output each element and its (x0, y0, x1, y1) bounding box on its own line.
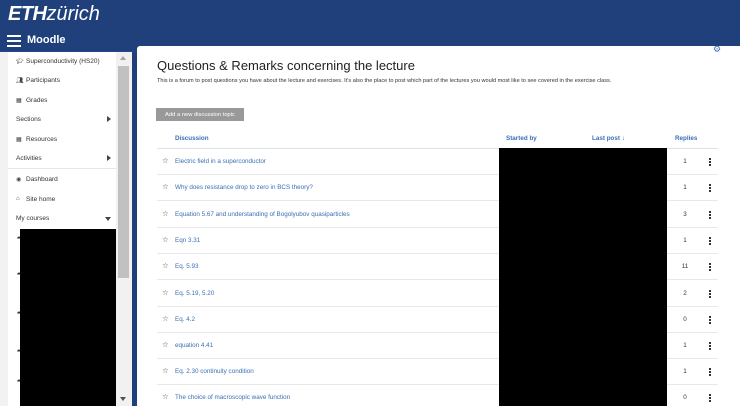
discussion-link[interactable]: Eq. 2.30 continuity condition (175, 368, 254, 375)
reply-count: 11 (681, 263, 689, 270)
gear-icon[interactable]: ⚙ (713, 44, 721, 55)
eth-logo[interactable]: ETHzürich (8, 2, 100, 26)
chevron-right-icon (107, 155, 111, 161)
sidebar-scrollbar-thumb[interactable] (118, 66, 129, 278)
chevron-down-icon (105, 217, 111, 221)
discussion-link[interactable]: Electric field in a superconductor (175, 158, 266, 165)
more-options-icon[interactable] (708, 290, 712, 298)
star-icon[interactable]: ☆ (162, 367, 169, 375)
more-options-icon[interactable] (708, 237, 712, 245)
sidebar-item-dashboard[interactable]: ◉ Dashboard (8, 171, 116, 187)
discussion-link[interactable]: Eq. 5.93 (175, 263, 198, 270)
graduation-cap-icon: 🎓︎ (16, 58, 24, 65)
reply-count: 1 (683, 237, 687, 244)
redacted-area (499, 148, 667, 406)
more-options-icon[interactable] (708, 394, 712, 402)
redacted-area (20, 229, 116, 406)
sidebar-item-label: Activities (16, 154, 42, 162)
sidebar-item-label: Participants (26, 76, 60, 84)
add-discussion-button[interactable]: Add a new discussion topic (156, 108, 244, 121)
moodle-brand[interactable]: Moodle (27, 34, 66, 46)
scroll-down-arrow-icon[interactable] (120, 397, 126, 401)
sidebar-item-site-home[interactable]: ⌂ Site home (8, 191, 116, 207)
last-post-label: Last post (592, 135, 620, 142)
discussion-link[interactable]: equation 4.41 (175, 342, 213, 349)
star-icon[interactable]: ☆ (162, 236, 169, 244)
column-header-replies[interactable]: Replies (675, 135, 697, 142)
sidebar-item-label: Superconductivity (HS20) (26, 57, 100, 65)
more-options-icon[interactable] (708, 342, 712, 350)
page-title: Questions & Remarks concerning the lectu… (157, 58, 415, 73)
dashboard-icon: ◉ (16, 176, 22, 183)
reply-count: 0 (683, 394, 687, 401)
star-icon[interactable]: ☆ (162, 289, 169, 297)
more-options-icon[interactable] (708, 184, 712, 192)
discussion-link[interactable]: Eq. 4.2 (175, 316, 195, 323)
sidebar-item-label: Resources (26, 135, 58, 143)
sidebar-item-my-courses[interactable]: My courses (8, 210, 116, 226)
more-options-icon[interactable] (708, 158, 712, 166)
reply-count: 1 (683, 368, 687, 375)
logo-eth-text: ETH (8, 3, 47, 25)
sidebar-item-label: Dashboard (26, 175, 58, 183)
more-options-icon[interactable] (708, 211, 712, 219)
hamburger-menu-icon[interactable] (7, 35, 21, 47)
top-header: ETHzürich (0, 0, 740, 30)
sidebar-item-label: Sections (16, 115, 41, 123)
star-icon[interactable]: ☆ (162, 183, 169, 191)
star-icon[interactable]: ☆ (162, 210, 169, 218)
scroll-up-arrow-icon[interactable] (120, 56, 126, 60)
sort-arrow-icon: ↓ (621, 135, 625, 142)
sidebar-item-label: Grades (26, 96, 48, 104)
sidebar-item-activities[interactable]: Activities (8, 150, 116, 166)
reply-count: 2 (683, 290, 687, 297)
reply-count: 0 (683, 316, 687, 323)
sidebar-item-sections[interactable]: Sections (8, 111, 116, 127)
more-options-icon[interactable] (708, 368, 712, 376)
sidebar-divider (8, 168, 116, 169)
discussion-link[interactable]: The choice of macroscopic wave function (175, 394, 290, 401)
column-header-started-by[interactable]: Started by (506, 135, 537, 142)
logo-zurich-text: zürich (46, 3, 100, 25)
star-icon[interactable]: ☆ (162, 341, 169, 349)
home-icon: ⌂ (16, 196, 20, 202)
sidebar-item-grades[interactable]: ▦ Grades (8, 92, 116, 108)
reply-count: 1 (683, 184, 687, 191)
sidebar-item-course[interactable]: 🎓︎ Superconductivity (HS20) (8, 53, 116, 69)
reply-count: 3 (683, 211, 687, 218)
reply-count: 1 (683, 342, 687, 349)
sidebar-item-resources[interactable]: ▦ Resources (8, 131, 116, 147)
sidebar-item-participants[interactable]: 👥︎ Participants (8, 72, 116, 88)
column-header-last-post[interactable]: Last post ↓ (592, 135, 625, 142)
discussion-link[interactable]: Why does resistance drop to zero in BCS … (175, 184, 313, 191)
table-icon: ▦ (16, 97, 22, 104)
reply-count: 1 (683, 158, 687, 165)
forum-intro: This is a forum to post questions you ha… (157, 78, 612, 84)
sidebar-item-label: Site home (26, 195, 56, 203)
star-icon[interactable]: ☆ (162, 157, 169, 165)
more-options-icon[interactable] (708, 263, 712, 271)
chevron-right-icon (107, 116, 111, 122)
more-options-icon[interactable] (708, 316, 712, 324)
discussion-link[interactable]: Eqn 3.31 (175, 237, 200, 244)
discussion-link[interactable]: Equation 5.67 and understanding of Bogol… (175, 211, 350, 218)
users-icon: 👥︎ (16, 77, 24, 84)
star-icon[interactable]: ☆ (162, 315, 169, 323)
discussion-link[interactable]: Eq. 5.19, 5.20 (175, 290, 214, 297)
star-icon[interactable]: ☆ (162, 393, 169, 401)
column-header-discussion[interactable]: Discussion (175, 135, 209, 142)
sidebar-item-label: My courses (16, 214, 50, 222)
table-icon: ▦ (16, 136, 22, 143)
star-icon[interactable]: ☆ (162, 262, 169, 270)
